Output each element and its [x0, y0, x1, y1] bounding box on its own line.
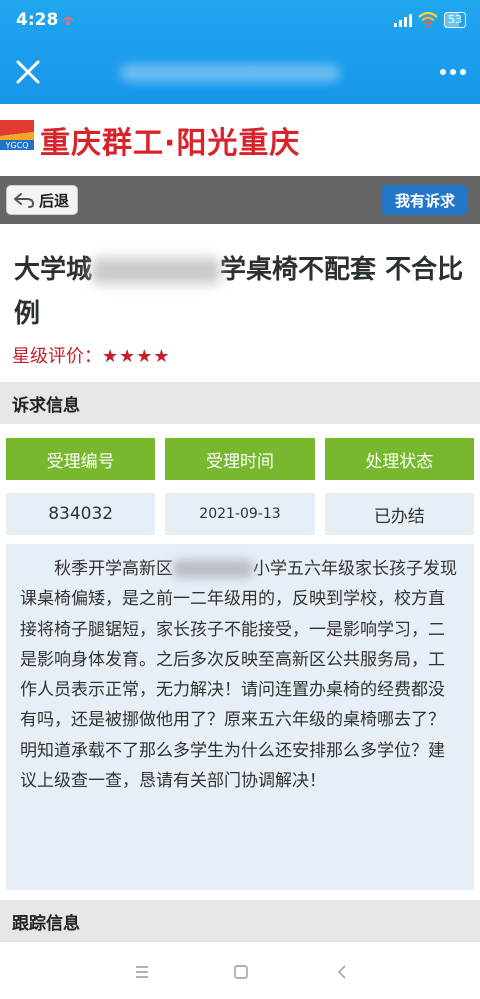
action-bar: 后退 我有诉求: [0, 176, 480, 224]
wifi-icon: [418, 12, 438, 28]
redacted-school: [173, 560, 253, 578]
system-nav-bar: [0, 945, 480, 999]
appeal-content: 秋季开学高新区 小学五六年级家长孩子发现课桌椅偏矮，是之前一二年级用的，反映到学校…: [6, 544, 474, 890]
home-nav-button[interactable]: [226, 959, 256, 985]
back-button[interactable]: 后退: [6, 185, 78, 215]
back-label: 后退: [39, 191, 70, 210]
case-number-value: 834032: [6, 493, 156, 535]
submit-appeal-button[interactable]: 我有诉求: [382, 185, 468, 215]
notification-icon: [62, 17, 74, 25]
site-name: 重庆群工·阳光重庆: [40, 126, 301, 161]
info-value-row: 834032 2021-09-13 已办结: [6, 493, 474, 535]
status-bar: 4:28 53: [0, 0, 480, 40]
app-bar: [0, 44, 480, 100]
star-rating: 星级评价：★★★★: [12, 342, 171, 368]
info-section-header: 诉求信息: [0, 382, 480, 424]
status-time: 4:28: [16, 10, 59, 30]
more-options-button[interactable]: [438, 60, 468, 84]
signal-icon: [394, 13, 412, 27]
site-logo-icon: YGCQ: [0, 120, 34, 150]
content-part2: 小学五六年级家长孩子发现课桌椅偏矮，是之前一二年级用的，反映到学校，校方直接将椅…: [20, 559, 457, 792]
title-prefix: 大学城: [14, 255, 93, 285]
blurred-page-title: [120, 64, 340, 82]
header-accept-time: 受理时间: [165, 438, 315, 480]
header-status: 处理状态: [324, 438, 474, 480]
redacted-school-name: [92, 257, 221, 284]
content-part1: 秋季开学高新区: [54, 559, 173, 579]
info-section-title: 诉求信息: [12, 396, 80, 416]
close-button[interactable]: [12, 56, 44, 88]
tracking-section-header: 跟踪信息: [0, 900, 480, 942]
accept-time-value: 2021-09-13: [165, 493, 315, 535]
back-arrow-icon: [14, 193, 34, 208]
menu-icon: [136, 966, 148, 978]
header-case-number: 受理编号: [6, 438, 156, 480]
rating-stars: ★★★★: [102, 346, 171, 367]
page-title: 大学城 学桌椅不配套 不合比例: [14, 248, 464, 336]
chevron-left-icon: [338, 965, 346, 979]
tracking-section-title: 跟踪信息: [12, 914, 80, 934]
back-nav-button[interactable]: [327, 959, 357, 985]
menu-nav-button[interactable]: [127, 959, 157, 985]
rating-label: 星级评价：: [12, 346, 102, 367]
home-icon: [234, 965, 248, 979]
svg-text:YGCQ: YGCQ: [5, 141, 29, 150]
battery-icon: 53: [444, 12, 466, 28]
status-value: 已办结: [324, 493, 474, 535]
app-top-bar: 4:28 53: [0, 0, 480, 104]
site-banner: YGCQ 重庆群工·阳光重庆: [0, 104, 480, 176]
status-icons: 53: [394, 10, 466, 30]
info-header-row: 受理编号 受理时间 处理状态: [6, 438, 474, 480]
